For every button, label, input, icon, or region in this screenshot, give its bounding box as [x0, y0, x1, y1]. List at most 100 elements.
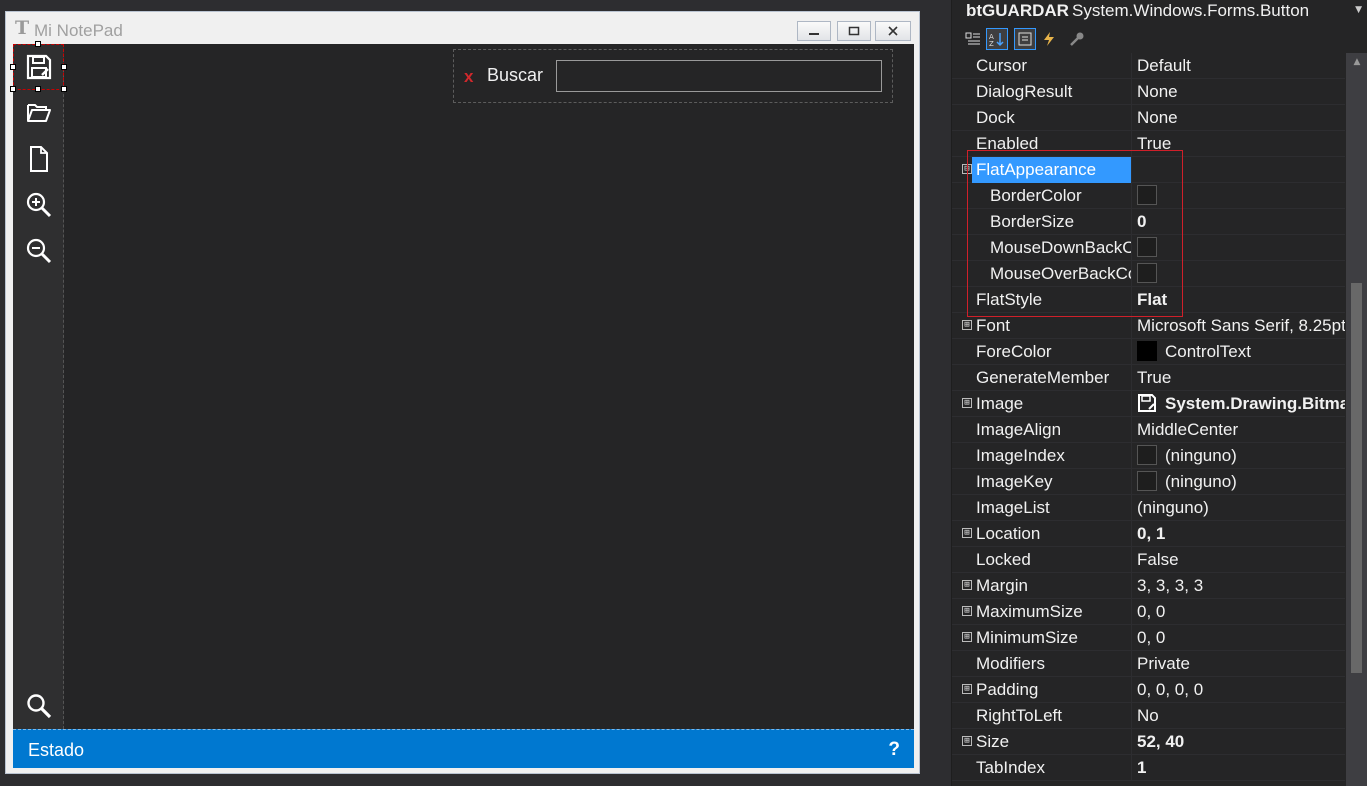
scroll-up-icon[interactable]: ▲: [1346, 53, 1367, 71]
property-row[interactable]: ⊞ Font Microsoft Sans Serif, 8.25pt: [952, 313, 1345, 339]
property-value[interactable]: (ninguno): [1133, 495, 1345, 521]
property-value[interactable]: Flat: [1133, 287, 1345, 313]
property-value[interactable]: 1: [1133, 755, 1345, 781]
alphabetical-button[interactable]: AZ: [986, 28, 1008, 50]
property-value[interactable]: 0, 0: [1133, 599, 1345, 625]
open-button[interactable]: [13, 90, 64, 136]
property-value[interactable]: [1133, 157, 1345, 183]
help-button[interactable]: ?: [888, 739, 900, 761]
property-row[interactable]: Dock None: [952, 105, 1345, 131]
zoom-out-button[interactable]: [13, 228, 64, 274]
property-row[interactable]: RightToLeft No: [952, 703, 1345, 729]
form-titlebar[interactable]: T Mi NotePad: [6, 12, 919, 44]
property-row[interactable]: ⊞ Image System.Drawing.Bitmap: [952, 391, 1345, 417]
property-row[interactable]: Modifiers Private: [952, 651, 1345, 677]
property-value[interactable]: [1133, 183, 1345, 209]
property-name[interactable]: Size: [976, 729, 1132, 755]
property-name[interactable]: MinimumSize: [976, 625, 1132, 651]
property-name[interactable]: Margin: [976, 573, 1132, 599]
property-row[interactable]: MouseDownBackColor: [952, 235, 1345, 261]
property-value[interactable]: [1133, 235, 1345, 261]
property-pages-button[interactable]: [1066, 28, 1088, 50]
expand-icon[interactable]: ⊞: [962, 398, 972, 408]
property-value[interactable]: None: [1133, 79, 1345, 105]
property-row[interactable]: ImageKey (ninguno): [952, 469, 1345, 495]
property-row[interactable]: ⊞ Padding 0, 0, 0, 0: [952, 677, 1345, 703]
property-name[interactable]: TabIndex: [976, 755, 1132, 781]
property-value[interactable]: True: [1133, 365, 1345, 391]
search-button[interactable]: [13, 683, 64, 729]
property-name[interactable]: RightToLeft: [976, 703, 1132, 729]
property-value[interactable]: Microsoft Sans Serif, 8.25pt: [1133, 313, 1345, 339]
property-value[interactable]: Default: [1133, 53, 1345, 79]
property-name[interactable]: ImageList: [976, 495, 1132, 521]
property-row[interactable]: GenerateMember True: [952, 365, 1345, 391]
search-input[interactable]: [556, 60, 882, 92]
property-value[interactable]: Private: [1133, 651, 1345, 677]
property-value[interactable]: False: [1133, 547, 1345, 573]
zoom-in-button[interactable]: [13, 182, 64, 228]
property-row[interactable]: ImageList (ninguno): [952, 495, 1345, 521]
property-name[interactable]: ImageAlign: [976, 417, 1132, 443]
property-row[interactable]: ⊟ FlatAppearance: [952, 157, 1345, 183]
property-name[interactable]: ImageIndex: [976, 443, 1132, 469]
property-value[interactable]: 3, 3, 3, 3: [1133, 573, 1345, 599]
property-value[interactable]: (ninguno): [1133, 443, 1345, 469]
property-row[interactable]: ⊞ Size 52, 40: [952, 729, 1345, 755]
maximize-button[interactable]: [837, 21, 871, 41]
property-value[interactable]: 0, 0: [1133, 625, 1345, 651]
property-value[interactable]: 0, 0, 0, 0: [1133, 677, 1345, 703]
property-name[interactable]: Font: [976, 313, 1132, 339]
save-button[interactable]: [13, 44, 64, 90]
property-value[interactable]: (ninguno): [1133, 469, 1345, 495]
property-row[interactable]: FlatStyle Flat: [952, 287, 1345, 313]
expand-icon[interactable]: ⊞: [962, 320, 972, 330]
expand-icon[interactable]: ⊞: [962, 528, 972, 538]
property-value[interactable]: ControlText: [1133, 339, 1345, 365]
properties-view-button[interactable]: [1014, 28, 1036, 50]
selection-handle[interactable]: [10, 64, 16, 70]
property-name[interactable]: Locked: [976, 547, 1132, 573]
property-row[interactable]: Locked False: [952, 547, 1345, 573]
property-row[interactable]: ForeColor ControlText: [952, 339, 1345, 365]
property-row[interactable]: ImageIndex (ninguno): [952, 443, 1345, 469]
new-file-button[interactable]: [13, 136, 64, 182]
property-row[interactable]: Enabled True: [952, 131, 1345, 157]
property-value[interactable]: 0: [1133, 209, 1345, 235]
property-name[interactable]: MouseOverBackColor: [976, 261, 1132, 287]
property-name[interactable]: Padding: [976, 677, 1132, 703]
scrollbar-thumb[interactable]: [1351, 283, 1362, 673]
property-name[interactable]: GenerateMember: [976, 365, 1132, 391]
property-value[interactable]: [1133, 261, 1345, 287]
property-value[interactable]: No: [1133, 703, 1345, 729]
property-row[interactable]: BorderColor: [952, 183, 1345, 209]
collapse-icon[interactable]: ⊟: [962, 164, 972, 174]
property-name[interactable]: ForeColor: [976, 339, 1132, 365]
property-value[interactable]: True: [1133, 131, 1345, 157]
selection-handle[interactable]: [35, 41, 41, 47]
property-row[interactable]: MouseOverBackColor: [952, 261, 1345, 287]
property-name[interactable]: BorderSize: [976, 209, 1132, 235]
property-row[interactable]: DialogResult None: [952, 79, 1345, 105]
expand-icon[interactable]: ⊞: [962, 684, 972, 694]
close-search-button[interactable]: x: [464, 67, 473, 87]
expand-icon[interactable]: ⊞: [962, 580, 972, 590]
property-name[interactable]: Enabled: [976, 131, 1132, 157]
categorized-button[interactable]: [962, 28, 984, 50]
property-name[interactable]: Dock: [976, 105, 1132, 131]
property-value[interactable]: None: [1133, 105, 1345, 131]
property-name[interactable]: DialogResult: [976, 79, 1132, 105]
chevron-down-icon[interactable]: ▼: [1355, 5, 1362, 15]
property-row[interactable]: TabIndex 1: [952, 755, 1345, 781]
property-row[interactable]: ⊞ Margin 3, 3, 3, 3: [952, 573, 1345, 599]
property-name[interactable]: BorderColor: [976, 183, 1132, 209]
property-name[interactable]: Modifiers: [976, 651, 1132, 677]
property-name[interactable]: Cursor: [976, 53, 1132, 79]
property-row[interactable]: ⊞ MinimumSize 0, 0: [952, 625, 1345, 651]
notepad-form[interactable]: T Mi NotePad x Buscar Estado ?: [5, 11, 920, 774]
minimize-button[interactable]: [797, 21, 831, 41]
property-row[interactable]: ⊞ Location 0, 1: [952, 521, 1345, 547]
property-value[interactable]: 52, 40: [1133, 729, 1345, 755]
property-value[interactable]: 0, 1: [1133, 521, 1345, 547]
property-value[interactable]: MiddleCenter: [1133, 417, 1345, 443]
